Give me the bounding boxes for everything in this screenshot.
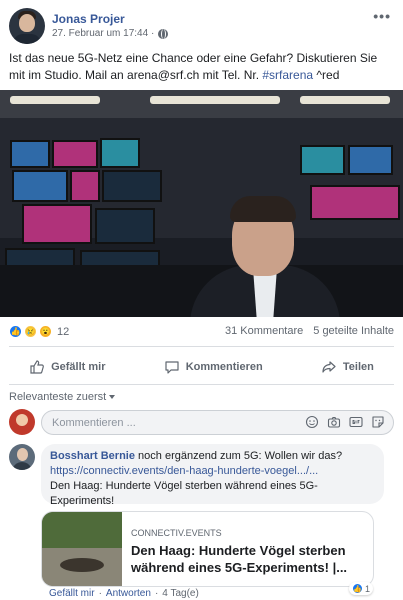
reaction-count: 12 — [57, 325, 70, 338]
post-timestamp[interactable]: 27. Februar um 17:44 · — [52, 28, 154, 39]
gif-icon[interactable] — [349, 415, 363, 429]
comment-sort-dropdown[interactable]: Relevanteste zuerst — [9, 391, 116, 403]
post-actions: Gefällt mir Kommentieren Teilen — [0, 352, 403, 382]
comment-sort-label: Relevanteste zuerst — [9, 391, 107, 403]
camera-icon[interactable] — [327, 415, 341, 429]
comment-reply-link[interactable]: Antworten — [106, 588, 151, 599]
divider — [9, 346, 394, 347]
more-options-icon[interactable]: ••• — [373, 8, 391, 24]
comment-text: noch ergänzend zum 5G: Wollen wir das? — [134, 450, 343, 462]
comment-like-link[interactable]: Gefällt mir — [49, 588, 95, 599]
share-button-label: Teilen — [342, 361, 374, 373]
wow-icon: 😮 — [39, 325, 52, 338]
comment-bubble: Bosshart Bernie noch ergänzend zum 5G: W… — [41, 444, 384, 507]
link-preview-image[interactable] — [42, 512, 122, 586]
comment-link-title: Den Haag: Hunderte Vögel sterben während… — [50, 480, 318, 507]
commenter-avatar[interactable] — [9, 444, 35, 470]
post-text: Ist das neue 5G-Netz eine Chance oder ei… — [9, 50, 395, 84]
share-icon — [322, 361, 336, 373]
comment-reaction-badge[interactable]: 👍 1 — [349, 582, 374, 595]
comment-input[interactable] — [52, 414, 282, 432]
globe-icon — [158, 28, 169, 39]
post-meta: 27. Februar um 17:44 · — [52, 28, 169, 39]
link-preview-card[interactable]: CONNECTIV.EVENTS Den Haag: Hunderte Vöge… — [41, 511, 374, 587]
comment-button-label: Kommentieren — [185, 361, 263, 373]
link-preview-title[interactable]: Den Haag: Hunderte Vögel sterben während… — [131, 542, 367, 576]
post-stats: 31 Kommentare 5 geteilte Inhalte — [225, 325, 394, 337]
comment-icon — [165, 361, 179, 374]
reaction-summary[interactable]: 👍 😢 😮 12 — [9, 325, 69, 338]
link-preview-domain: CONNECTIV.EVENTS — [131, 528, 222, 538]
comment-actions: Gefällt mir · Antworten · 4 Tag(e) — [49, 588, 199, 599]
comment-link[interactable]: https://connectiv.events/den-haag-hunder… — [50, 465, 318, 477]
post-video[interactable] — [0, 90, 403, 317]
sticker-icon[interactable] — [371, 415, 385, 429]
current-user-avatar[interactable] — [9, 409, 35, 435]
post-text-suffix: ^red — [313, 68, 340, 82]
like-icon: 👍 — [9, 325, 22, 338]
thumbs-up-icon — [30, 360, 44, 374]
hashtag-link[interactable]: #srfarena — [262, 68, 313, 82]
divider — [9, 384, 394, 385]
comment-box[interactable] — [41, 410, 394, 435]
like-button-label: Gefällt mir — [51, 361, 106, 373]
sad-icon: 😢 — [24, 325, 37, 338]
comment-button[interactable]: Kommentieren — [164, 359, 263, 375]
comment-count-link[interactable]: 31 Kommentare — [225, 325, 303, 337]
like-button[interactable]: Gefällt mir — [29, 359, 106, 375]
post-header: Jonas Projer 27. Februar um 17:44 · ••• — [0, 0, 403, 46]
comment-composer — [9, 409, 394, 437]
comment-time[interactable]: 4 Tag(e) — [162, 588, 199, 599]
chevron-down-icon — [109, 395, 116, 399]
share-button[interactable]: Teilen — [321, 359, 374, 375]
share-count-link[interactable]: 5 geteilte Inhalte — [313, 325, 394, 337]
commenter-name[interactable]: Bosshart Bernie — [50, 450, 135, 462]
like-icon: 👍 — [352, 583, 363, 594]
comment-reaction-count: 1 — [365, 583, 371, 594]
author-avatar[interactable] — [9, 8, 45, 44]
post-author-name[interactable]: Jonas Projer — [52, 12, 125, 26]
emoji-icon[interactable] — [305, 415, 319, 429]
